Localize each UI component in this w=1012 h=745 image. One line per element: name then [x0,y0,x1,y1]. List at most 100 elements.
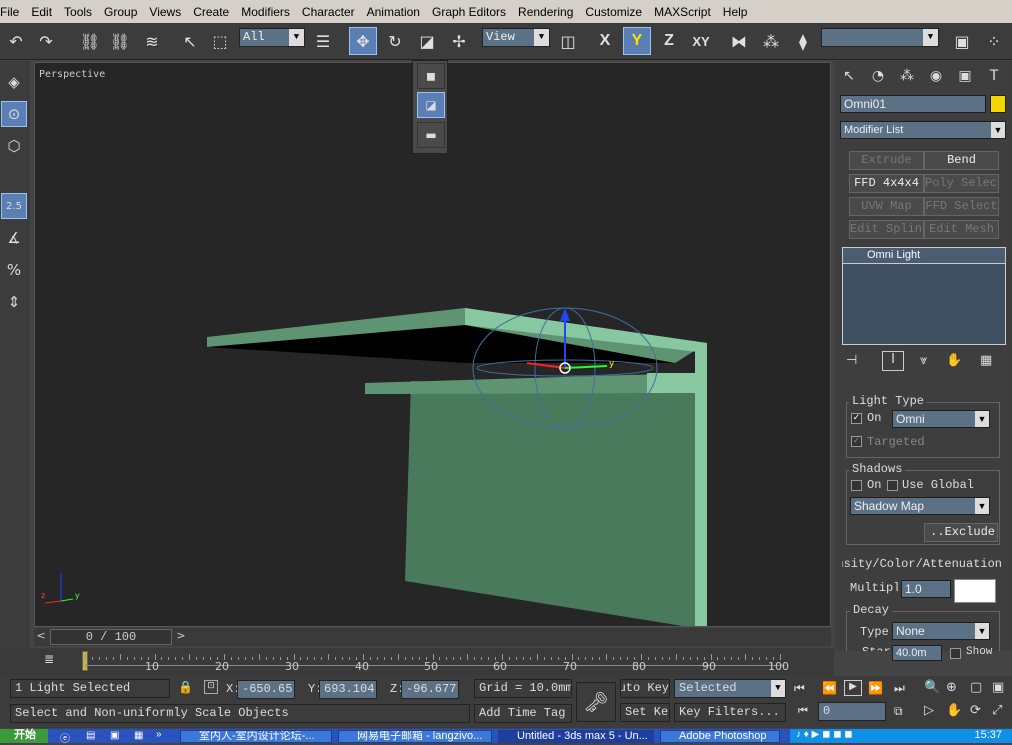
next-frame-icon[interactable]: > [174,629,188,645]
menu-file[interactable]: File [0,5,25,19]
time-slider-thumb[interactable]: 0 / 100 [50,629,172,645]
make-unique-icon[interactable]: ⩔ [920,353,927,368]
zoom-all-icon[interactable]: ⊕ [946,680,957,695]
select-by-name-icon[interactable]: ☰ [309,27,337,55]
task-mail[interactable]: 网易电子邮箱 - langzivo... [338,730,492,743]
menu-modifiers[interactable]: Modifiers [235,5,296,19]
quicklaunch-folder-icon[interactable]: ▦ [134,730,143,741]
material-editor-icon[interactable]: ⁘ [980,27,1008,55]
named-selection-dropdown[interactable]: ▼ [821,28,939,47]
quicklaunch-more-icon[interactable]: » [156,729,162,740]
play-icon[interactable]: ▶ [844,680,862,696]
key-mode-dropdown[interactable]: Selected ▼ [674,679,786,698]
task-forum[interactable]: 室内人-室内设计论坛-... [180,730,332,743]
uniform-scale-icon[interactable]: ◼ [417,63,445,89]
menu-maxscript[interactable]: MAXScript [648,5,717,19]
pivot-center-icon[interactable]: ◫ [554,27,582,55]
absolute-mode-icon[interactable]: ⊡ [204,680,218,694]
zoom-icon[interactable]: 🔍 [924,680,940,695]
menu-group[interactable]: Group [98,5,143,19]
stack-item-omni-light[interactable]: Omni Light [843,248,1005,264]
task-photoshop[interactable]: Adobe Photoshop [660,730,780,743]
add-time-tag-button[interactable]: Add Time Tag [474,704,572,723]
axis-y-button[interactable]: Y [623,27,651,55]
maximize-viewport-icon[interactable]: ⤢ [992,703,1002,718]
decay-type-dropdown[interactable]: None ▼ [892,622,990,640]
axis-x-button[interactable]: X [591,27,619,55]
modify-tab-icon[interactable]: ◔ [865,64,891,88]
show-end-result-icon[interactable]: I [882,351,904,371]
time-config-icon[interactable]: ⧉ [894,704,903,719]
zoom-extents-all-icon[interactable]: ▣ [992,680,1004,695]
array-icon[interactable]: ⁂ [757,27,785,55]
key-mode-toggle-icon[interactable]: ⏮ [798,704,808,718]
prev-key-icon[interactable]: ⏪ [822,681,837,695]
targeted-checkbox[interactable]: ✓ [851,436,862,447]
squash-icon[interactable]: ▬ [417,122,445,148]
utilities-tab-icon[interactable]: T [981,64,1007,88]
hierarchy-tab-icon[interactable]: ⁂ [894,64,920,88]
modifier-poly-select-button[interactable]: Poly Select [924,174,999,193]
modifier-ffd-select-button[interactable]: FFD Select [924,197,999,216]
modifier-stack[interactable]: Omni Light [842,247,1006,345]
menu-edit[interactable]: Edit [25,5,58,19]
modifier-ffd-button[interactable]: FFD 4x4x4 [849,174,924,193]
object-name-field[interactable]: Omni01 [840,95,986,113]
multiplier-spinner[interactable]: 1.0 [901,580,951,598]
bind-space-warp-icon[interactable]: ≋ [138,27,166,55]
modifier-extrude-button[interactable]: Extrude [849,151,924,170]
quicklaunch-desktop-icon[interactable]: ▤ [86,730,95,741]
link-icon[interactable]: ⛓ [76,27,104,55]
display-tab-icon[interactable]: ▣ [952,64,978,88]
object-color-swatch[interactable] [990,95,1006,113]
redo-icon[interactable]: ↷ [32,27,60,55]
track-bar[interactable]: ≣ 10 20 30 40 50 60 70 80 90 100 [0,648,834,676]
arc-rotate-icon[interactable]: ⟳ [970,703,981,718]
spinner-snap-icon[interactable]: ⇕ [1,289,27,315]
y-coordinate-field[interactable]: 693.104 [319,680,377,699]
use-global-checkbox[interactable] [887,480,898,491]
undo-icon[interactable]: ↶ [2,27,30,55]
goto-end-icon[interactable]: ⏭ [894,681,905,696]
modifier-bend-button[interactable]: Bend [924,151,999,170]
current-frame-field[interactable]: 0 [818,702,886,721]
layer-cube-icon[interactable]: ◈ [1,69,27,95]
light-color-swatch[interactable] [954,579,996,603]
render-scene-icon[interactable]: ▣ [948,27,976,55]
motion-tab-icon[interactable]: ◉ [923,64,949,88]
set-key-icon[interactable]: 🗝 [576,682,616,722]
mirror-icon[interactable]: ⧓ [725,27,753,55]
start-button[interactable]: 开始 [0,729,48,743]
menu-graph-editors[interactable]: Graph Editors [426,5,512,19]
set-key-button[interactable]: Set Key [620,703,670,722]
lock-selection-icon[interactable]: 🔒 [178,680,193,694]
axis-xy-button[interactable]: XY [687,27,715,55]
select-region-icon[interactable]: ⬚ [206,27,234,55]
shadow-type-dropdown[interactable]: Shadow Map ▼ [850,497,990,515]
z-coordinate-field[interactable]: -96.677 [401,680,459,699]
move-icon[interactable]: ✥ [349,27,377,55]
rotate-icon[interactable]: ↻ [381,27,409,55]
menu-character[interactable]: Character [296,5,361,19]
auto-key-button[interactable]: Auto Key [620,679,670,698]
modifier-edit-spline-button[interactable]: Edit Spline [849,220,924,239]
intensity-title[interactable]: Intensity/Color/Attenuation [842,557,1002,571]
goto-start-icon[interactable]: ⏮ [794,681,805,696]
key-filters-button[interactable]: Key Filters... [674,703,786,722]
field-of-view-icon[interactable]: ▷ [924,703,934,718]
unlink-icon[interactable]: ⛓ [106,27,134,55]
shadows-on-checkbox[interactable] [851,480,862,491]
tray-icons[interactable]: ♪ ♦ ▶ ◼ ◼ ◼ [796,729,853,740]
box-icon[interactable]: ⬡ [1,133,27,159]
menu-help[interactable]: Help [717,5,754,19]
reference-coordinate-dropdown[interactable]: View ▼ [482,28,550,47]
manipulate-icon[interactable]: ✢ [445,27,473,55]
create-tab-icon[interactable]: ↖ [836,64,862,88]
task-3dsmax[interactable]: Untitled - 3ds max 5 - Un... [498,730,654,743]
configure-modifier-sets-icon[interactable]: ▦ [980,353,992,368]
exclude-button[interactable]: Exclude.. [924,523,998,542]
x-coordinate-field[interactable]: -650.65 [237,680,295,699]
menu-tools[interactable]: Tools [58,5,98,19]
axis-z-button[interactable]: Z [655,27,683,55]
quicklaunch-media-icon[interactable]: ▣ [110,730,119,741]
